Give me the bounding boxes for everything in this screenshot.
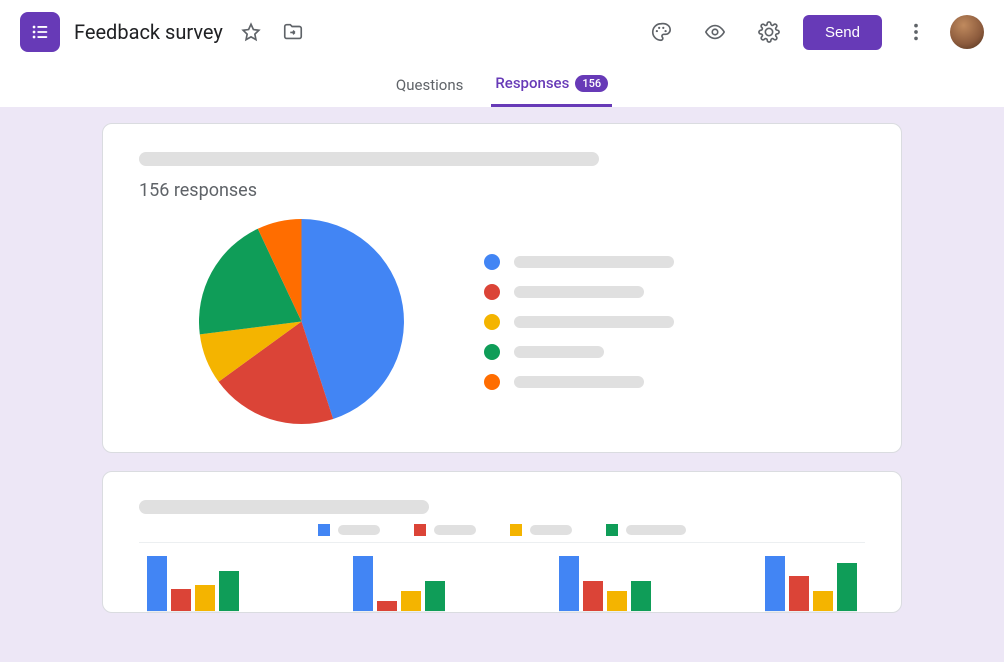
legend-color-square [606, 524, 618, 536]
star-icon[interactable] [237, 18, 265, 46]
send-button[interactable]: Send [803, 15, 882, 50]
summary-card: 156 responses [102, 123, 902, 453]
question-title-placeholder [139, 152, 599, 166]
legend-item [318, 524, 380, 536]
legend-item [484, 374, 674, 390]
bar-group [353, 543, 445, 612]
legend-color-square [414, 524, 426, 536]
legend-color-dot [484, 314, 500, 330]
responses-count-text: 156 responses [139, 180, 865, 201]
legend-color-dot [484, 254, 500, 270]
customize-theme-icon[interactable] [641, 12, 681, 52]
bar-chart-card [102, 471, 902, 613]
forms-app-icon[interactable] [20, 12, 60, 52]
question-title-placeholder [139, 500, 429, 514]
bar [583, 581, 603, 611]
tab-label: Questions [396, 76, 463, 94]
legend-item [484, 314, 674, 330]
bar [559, 556, 579, 611]
tab-questions[interactable]: Questions [392, 64, 467, 107]
settings-icon[interactable] [749, 12, 789, 52]
bar [425, 581, 445, 611]
bar [837, 563, 857, 611]
pie-legend [484, 254, 674, 390]
tab-responses[interactable]: Responses 156 [491, 64, 612, 107]
preview-icon[interactable] [695, 12, 735, 52]
bar [171, 589, 191, 611]
bar-group [147, 543, 239, 612]
bar-group [559, 543, 651, 612]
legend-label-placeholder [626, 525, 686, 535]
bar [147, 556, 167, 611]
legend-label-placeholder [514, 256, 674, 268]
responses-count-badge: 156 [575, 75, 608, 92]
legend-label-placeholder [338, 525, 380, 535]
legend-item [510, 524, 572, 536]
legend-label-placeholder [514, 346, 604, 358]
bar [377, 601, 397, 611]
bar [219, 571, 239, 611]
tab-label: Responses [495, 74, 569, 92]
bar [353, 556, 373, 611]
legend-label-placeholder [434, 525, 476, 535]
pie-chart [199, 219, 404, 424]
legend-color-square [510, 524, 522, 536]
legend-item [414, 524, 476, 536]
bar [401, 591, 421, 611]
legend-color-dot [484, 284, 500, 300]
legend-color-square [318, 524, 330, 536]
bar [789, 576, 809, 611]
legend-label-placeholder [514, 376, 644, 388]
form-title[interactable]: Feedback survey [74, 20, 223, 44]
bar [607, 591, 627, 611]
bar [813, 591, 833, 611]
legend-item [484, 284, 674, 300]
legend-color-dot [484, 374, 500, 390]
legend-item [484, 344, 674, 360]
legend-label-placeholder [514, 286, 644, 298]
bar-chart [139, 542, 865, 612]
tab-bar: Questions Responses 156 [0, 64, 1004, 107]
pie-chart-row [139, 219, 865, 424]
bar [631, 581, 651, 611]
legend-item [484, 254, 674, 270]
responses-canvas: 156 responses [0, 107, 1004, 662]
more-options-icon[interactable] [896, 12, 936, 52]
legend-color-dot [484, 344, 500, 360]
legend-label-placeholder [514, 316, 674, 328]
move-to-folder-icon[interactable] [279, 18, 307, 46]
legend-item [606, 524, 686, 536]
bar-group [765, 543, 857, 612]
app-header: Feedback survey Send [0, 0, 1004, 64]
bar [765, 556, 785, 611]
bar [195, 585, 215, 611]
legend-label-placeholder [530, 525, 572, 535]
account-avatar[interactable] [950, 15, 984, 49]
bar-legend [139, 524, 865, 542]
